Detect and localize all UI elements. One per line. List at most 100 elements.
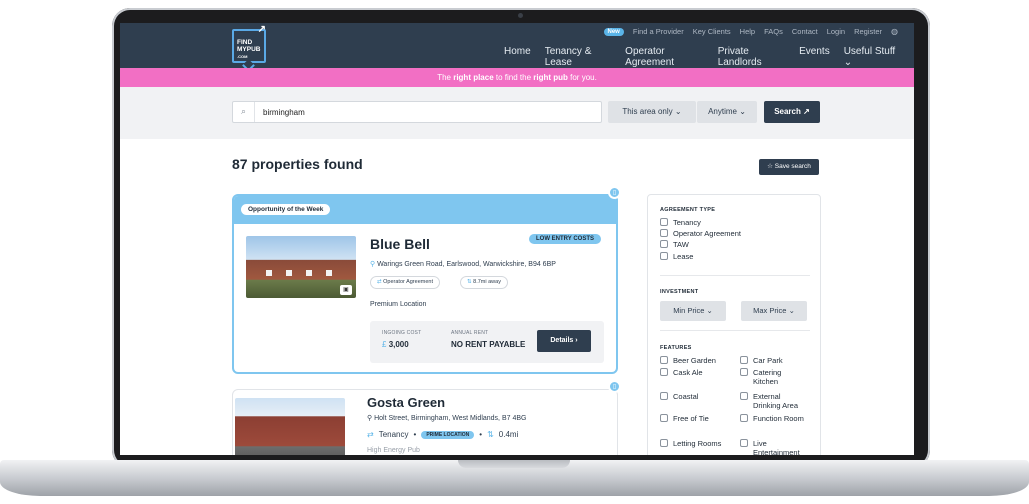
agreement-chip: ⇄ Operator Agreement bbox=[370, 276, 440, 289]
pub-note: High Energy Pub bbox=[367, 447, 420, 454]
filters-panel: AGREEMENT TYPE Tenancy Operator Agreemen… bbox=[647, 194, 821, 455]
utility-link-help[interactable]: Help bbox=[740, 27, 755, 36]
pub-name[interactable]: Gosta Green bbox=[367, 395, 445, 410]
utility-link-login[interactable]: Login bbox=[827, 27, 845, 36]
banner-text-2: to find the bbox=[493, 73, 534, 82]
filter-beer-garden[interactable]: Beer Garden bbox=[660, 356, 725, 365]
utility-link-key-clients[interactable]: Key Clients bbox=[693, 27, 731, 36]
filter-label: Tenancy bbox=[673, 218, 701, 227]
banner-text-1: The bbox=[437, 73, 454, 82]
details-button[interactable]: Details › bbox=[537, 330, 591, 352]
filter-live-entertainment[interactable]: Live Entertainment bbox=[740, 439, 805, 455]
premium-label: Premium Location bbox=[370, 301, 427, 308]
photo-window bbox=[326, 270, 332, 276]
address-text: Warings Green Road, Earlswood, Warwicksh… bbox=[377, 261, 556, 268]
divider bbox=[660, 330, 810, 331]
property-card-featured[interactable]: Opportunity of the Week ▣ Blue Bell LOW … bbox=[232, 194, 618, 374]
logo-line-2: MYPUB bbox=[237, 46, 261, 53]
time-select[interactable]: Anytime ⌄ bbox=[697, 101, 757, 123]
filter-letting-rooms[interactable]: Letting Rooms bbox=[660, 439, 725, 448]
area-select[interactable]: This area only ⌄ bbox=[608, 101, 696, 123]
checkbox[interactable] bbox=[660, 414, 668, 422]
property-card[interactable]: Gosta Green ⚲ Holt Street, Birmingham, W… bbox=[232, 389, 618, 455]
separator-dot: • bbox=[413, 430, 417, 439]
filter-tenancy[interactable]: Tenancy bbox=[660, 218, 701, 227]
nav-operator-agreement[interactable]: Operator Agreement bbox=[625, 46, 704, 68]
distance-icon: ⇅ bbox=[487, 430, 494, 439]
card-ribbon-bar: Opportunity of the Week bbox=[234, 196, 616, 224]
pub-photo[interactable]: ▣ bbox=[246, 236, 356, 298]
checkbox[interactable] bbox=[740, 368, 748, 376]
ingoing-label: INGOING COST bbox=[382, 330, 422, 336]
checkbox[interactable] bbox=[660, 439, 668, 447]
globe-icon[interactable]: ◍ bbox=[891, 27, 898, 36]
utility-nav: New Find a Provider Key Clients Help FAQ… bbox=[603, 27, 898, 36]
utility-link-register[interactable]: Register bbox=[854, 27, 882, 36]
nav-useful-stuff[interactable]: Useful Stuff ⌄ bbox=[844, 46, 898, 68]
rent-value: NO RENT PAYABLE bbox=[451, 340, 526, 349]
pub-name[interactable]: Blue Bell bbox=[370, 236, 430, 252]
filter-catering-kitchen[interactable]: Catering Kitchen bbox=[740, 368, 805, 386]
banner-bold-1: right place bbox=[453, 73, 494, 82]
handshake-icon: ⇄ bbox=[367, 430, 374, 439]
filter-external-drinking-area[interactable]: External Drinking Area bbox=[740, 392, 805, 410]
checkbox[interactable] bbox=[740, 414, 748, 422]
utility-link-faqs[interactable]: FAQs bbox=[764, 27, 783, 36]
checkbox[interactable] bbox=[660, 356, 668, 364]
site-header: ↗ FIND MYPUB .COM New Find a Provider Ke… bbox=[120, 23, 914, 72]
logo-line-1: FIND bbox=[237, 39, 253, 46]
low-entry-tag: LOW ENTRY COSTS bbox=[529, 234, 602, 244]
checkbox[interactable] bbox=[660, 240, 668, 248]
max-price-select[interactable]: Max Price ⌄ bbox=[741, 301, 807, 321]
chip-type-text: Operator Agreement bbox=[383, 279, 433, 285]
search-box[interactable]: ⌕ bbox=[232, 101, 602, 123]
filter-label: Function Room bbox=[753, 414, 804, 423]
filter-label: Car Park bbox=[753, 356, 783, 365]
filter-operator-agreement[interactable]: Operator Agreement bbox=[660, 229, 741, 238]
checkbox[interactable] bbox=[740, 439, 748, 447]
features-heading: FEATURES bbox=[660, 345, 692, 351]
prime-location-tag: PRIME LOCATION bbox=[421, 430, 475, 439]
filter-car-park[interactable]: Car Park bbox=[740, 356, 805, 365]
checkbox[interactable] bbox=[660, 229, 668, 237]
filter-lease[interactable]: Lease bbox=[660, 252, 693, 261]
logo-line-3: .COM bbox=[237, 54, 248, 59]
filter-function-room[interactable]: Function Room bbox=[740, 414, 805, 423]
filter-label: Lease bbox=[673, 252, 694, 261]
tagline-banner: The right place to find the right pub fo… bbox=[120, 68, 914, 87]
rent-label: ANNUAL RENT bbox=[451, 330, 489, 336]
filter-label: Beer Garden bbox=[673, 356, 716, 365]
checkbox[interactable] bbox=[660, 252, 668, 260]
checkbox[interactable] bbox=[660, 368, 668, 376]
nav-tenancy-lease[interactable]: Tenancy & Lease bbox=[545, 46, 611, 68]
gallery-icon[interactable]: ▣ bbox=[340, 285, 352, 295]
min-price-select[interactable]: Min Price ⌄ bbox=[660, 301, 726, 321]
filter-coastal[interactable]: Coastal bbox=[660, 392, 725, 401]
pub-photo[interactable] bbox=[235, 398, 345, 455]
nav-private-landlords[interactable]: Private Landlords bbox=[718, 46, 785, 68]
filter-cask-ale[interactable]: Cask Ale bbox=[660, 368, 725, 377]
nav-events[interactable]: Events bbox=[799, 46, 830, 68]
filter-free-of-tie[interactable]: Free of Tie bbox=[660, 414, 725, 423]
bookmark-icon[interactable]: ▯ bbox=[608, 186, 621, 199]
search-input[interactable] bbox=[263, 106, 583, 118]
divider bbox=[660, 275, 810, 276]
checkbox[interactable] bbox=[660, 392, 668, 400]
filter-label: Cask Ale bbox=[673, 368, 703, 377]
utility-link-contact[interactable]: Contact bbox=[792, 27, 818, 36]
checkbox[interactable] bbox=[740, 392, 748, 400]
checkbox[interactable] bbox=[740, 356, 748, 364]
checkbox[interactable] bbox=[660, 218, 668, 226]
pub-address: ⚲ Holt Street, Birmingham, West Midlands… bbox=[367, 414, 526, 422]
bookmark-icon[interactable]: ▯ bbox=[608, 380, 621, 393]
banner-text-3: for you. bbox=[567, 73, 597, 82]
filter-taw[interactable]: TAW bbox=[660, 240, 689, 249]
site-logo[interactable]: ↗ FIND MYPUB .COM bbox=[232, 25, 266, 63]
utility-link-find-provider[interactable]: Find a Provider bbox=[633, 27, 684, 36]
search-button[interactable]: Search ↗ bbox=[764, 101, 820, 123]
filter-label: Live Entertainment bbox=[753, 439, 800, 455]
nav-home[interactable]: Home bbox=[504, 46, 531, 68]
agreement-type: Tenancy bbox=[378, 430, 409, 439]
pub-meta: ⇄ Tenancy • PRIME LOCATION • ⇅ 0.4mi bbox=[367, 430, 518, 439]
save-search-button[interactable]: ☆ Save search bbox=[759, 159, 819, 175]
